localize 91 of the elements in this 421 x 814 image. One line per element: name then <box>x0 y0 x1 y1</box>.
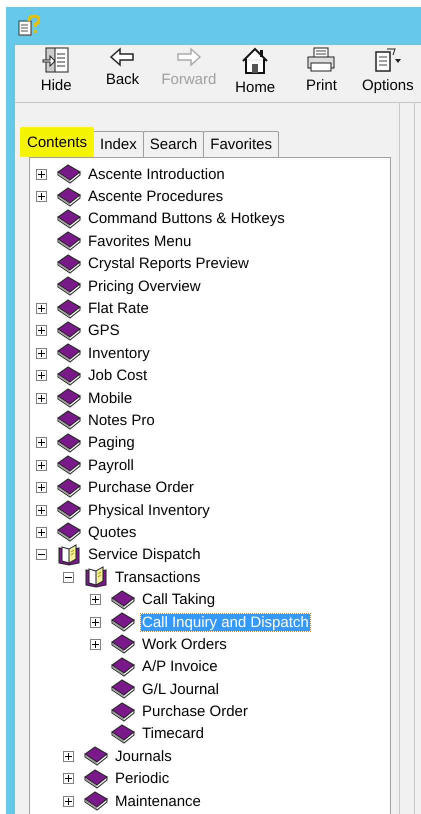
expand-icon[interactable] <box>36 168 47 180</box>
book-icon <box>111 634 135 654</box>
tree-item[interactable]: Mobile <box>87 390 134 407</box>
expand-icon[interactable] <box>36 526 47 538</box>
printer-icon <box>306 47 336 73</box>
expand-icon[interactable] <box>90 616 101 628</box>
tree-item[interactable]: Timecard <box>141 725 205 742</box>
expand-icon[interactable] <box>36 370 47 382</box>
tree-item[interactable]: G/L Journal <box>141 680 220 698</box>
tree-item[interactable]: Transactions <box>114 568 202 586</box>
back-arrow-icon <box>109 47 136 67</box>
open-book-icon <box>84 566 108 588</box>
tree-item[interactable]: A/P Invoice <box>141 658 219 676</box>
tree-item[interactable]: Command Buttons & Hotkeys <box>87 210 286 228</box>
expand-icon[interactable] <box>63 796 74 807</box>
tree-item[interactable]: Notes Pro <box>87 412 156 429</box>
tree-item[interactable]: Pricing Overview <box>87 278 202 295</box>
tree-item[interactable]: Ascente Introduction <box>87 166 226 183</box>
book-icon <box>84 746 108 766</box>
tree-item[interactable]: Job Cost <box>87 367 148 384</box>
tree-item[interactable]: Periodic <box>114 770 170 788</box>
expand-icon[interactable] <box>36 325 47 336</box>
book-icon <box>111 679 135 700</box>
tree-item[interactable]: Quotes <box>87 524 138 541</box>
book-icon <box>57 522 81 542</box>
forward-arrow-icon <box>176 47 202 67</box>
expand-icon[interactable] <box>36 437 47 448</box>
home-icon <box>241 47 270 75</box>
book-icon <box>57 186 81 207</box>
tree-item[interactable]: Journals <box>114 748 173 765</box>
expand-icon[interactable] <box>36 482 47 494</box>
book-icon <box>57 388 81 408</box>
tree-item[interactable]: Flat Rate <box>87 300 150 318</box>
book-icon <box>57 164 81 184</box>
toolbar-button[interactable]: Home <box>222 45 288 102</box>
book-icon <box>57 298 81 319</box>
book-icon <box>57 432 81 453</box>
expand-icon[interactable] <box>36 392 47 404</box>
toolbar-button[interactable]: Back <box>89 45 156 102</box>
book-icon <box>84 768 108 789</box>
tree-item[interactable]: Crystal Reports Preview <box>87 255 250 272</box>
book-icon <box>57 455 81 476</box>
collapse-icon[interactable] <box>63 572 74 583</box>
tree-item[interactable]: Payroll <box>87 456 135 474</box>
tab[interactable]: Favorites <box>203 131 279 157</box>
book-icon <box>84 791 108 812</box>
collapse-icon[interactable] <box>36 549 47 560</box>
expand-icon[interactable] <box>36 348 47 359</box>
book-icon <box>57 254 81 274</box>
tree-item[interactable]: Work Orders <box>141 636 228 653</box>
expand-icon[interactable] <box>63 750 74 762</box>
expand-icon[interactable] <box>36 460 47 471</box>
book-icon <box>111 656 135 677</box>
tree-item[interactable]: Ascente Procedures <box>87 188 224 206</box>
tree-item[interactable]: Physical Inventory <box>87 502 211 519</box>
hide-pane-icon <box>42 47 70 73</box>
toolbar-button[interactable]: Options <box>354 45 421 102</box>
book-icon <box>57 343 81 364</box>
book-icon <box>57 500 81 520</box>
open-book-icon <box>57 544 81 566</box>
book-icon <box>57 231 81 252</box>
tree-item[interactable]: GPS <box>87 322 121 340</box>
help-icon <box>18 15 40 37</box>
book-icon <box>57 478 81 498</box>
tree-item[interactable]: Call Taking <box>141 591 216 608</box>
tree-item[interactable]: Purchase Order <box>87 479 195 496</box>
book-icon <box>111 724 135 744</box>
book-icon <box>111 612 135 632</box>
tree-item[interactable]: Paging <box>87 434 136 452</box>
book-icon <box>57 366 81 386</box>
options-icon <box>372 47 403 73</box>
toolbar-button[interactable]: Hide <box>23 45 90 102</box>
tab[interactable]: Contents <box>20 127 94 157</box>
tree-item[interactable]: Favorites Menu <box>87 232 192 250</box>
tree-item[interactable]: Maintenance <box>114 792 202 810</box>
expand-icon[interactable] <box>90 638 101 650</box>
book-icon <box>111 702 135 722</box>
expand-icon[interactable] <box>90 594 101 606</box>
book-icon <box>57 320 81 341</box>
book-icon <box>57 276 81 296</box>
tree-item[interactable]: Service Dispatch <box>87 546 202 564</box>
book-icon <box>57 208 81 229</box>
tree-item[interactable]: Inventory <box>87 344 151 362</box>
toolbar-button[interactable]: Print <box>288 45 355 102</box>
expand-icon[interactable] <box>36 191 47 202</box>
expand-icon[interactable] <box>36 303 47 314</box>
book-icon <box>57 410 81 430</box>
expand-icon[interactable] <box>36 504 47 516</box>
expand-icon[interactable] <box>63 773 74 784</box>
book-icon <box>111 590 135 610</box>
tree-item[interactable]: Purchase Order <box>141 703 249 720</box>
